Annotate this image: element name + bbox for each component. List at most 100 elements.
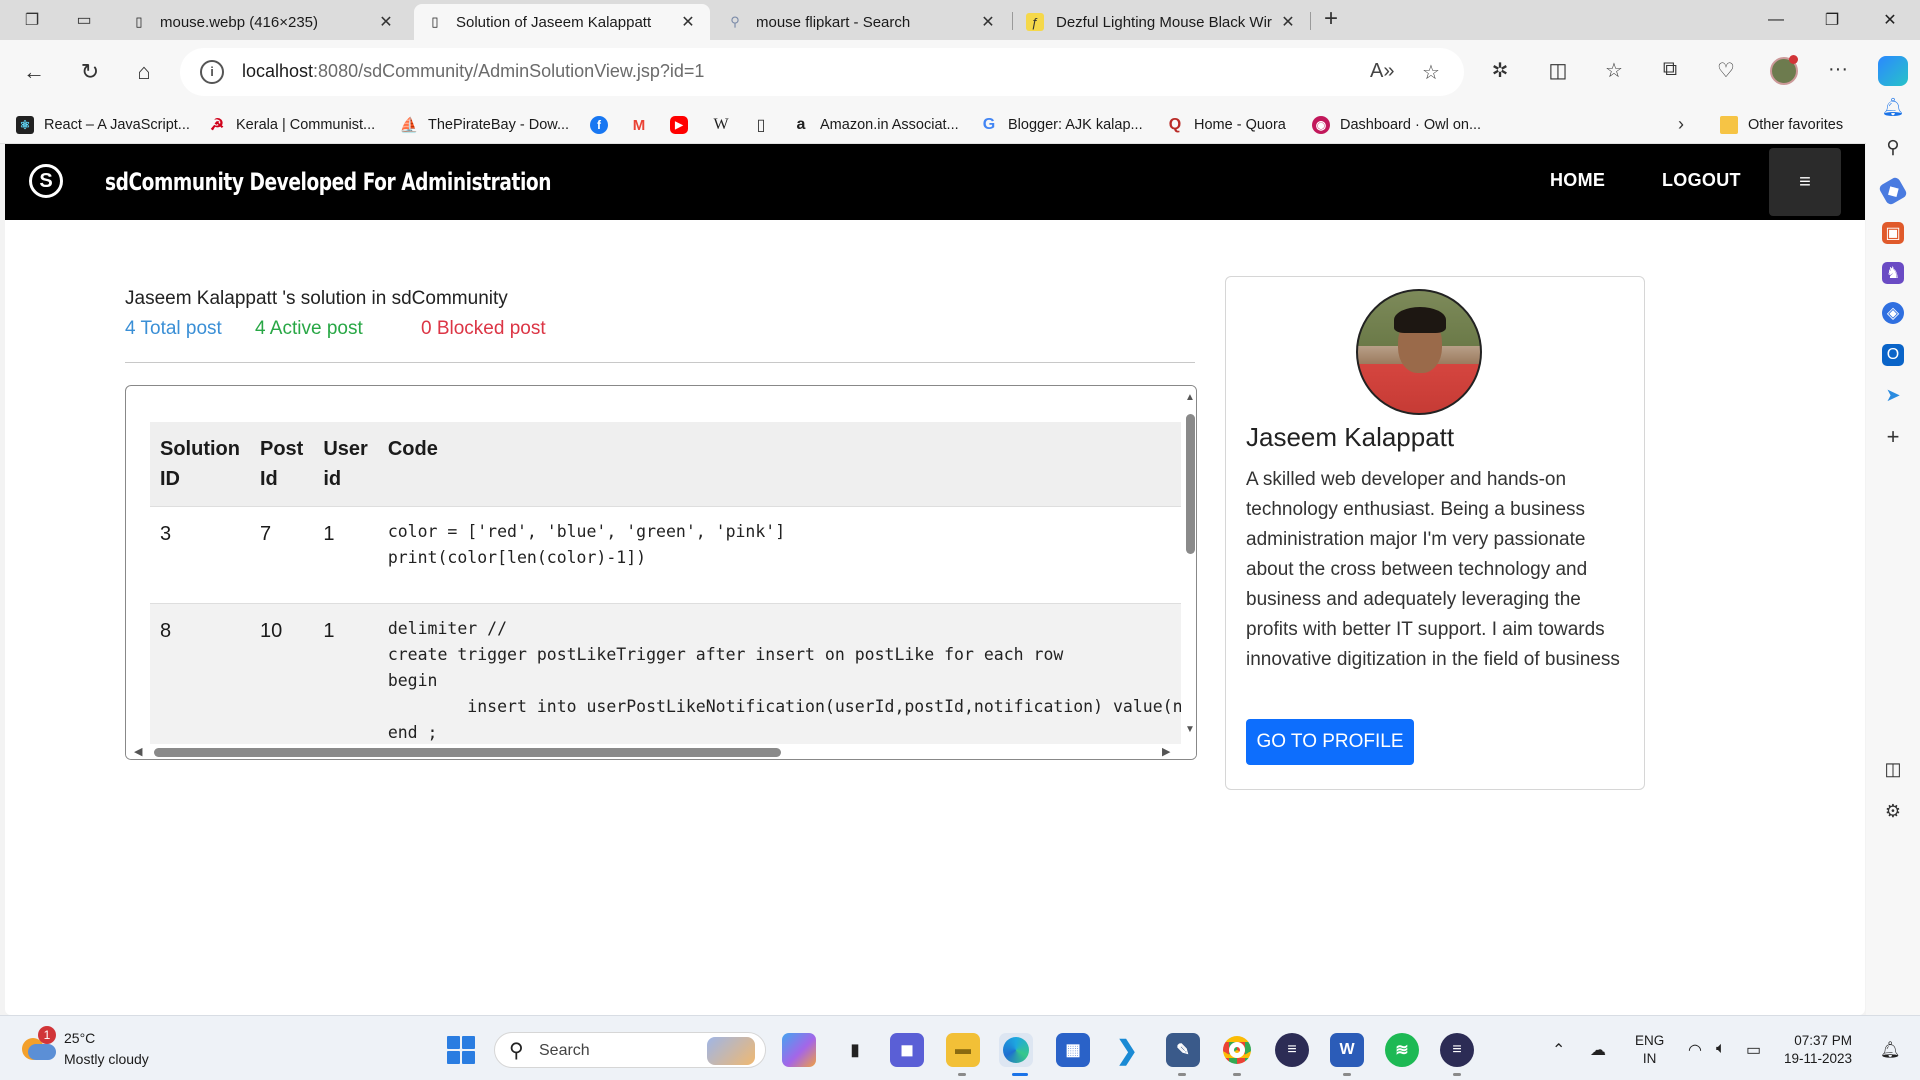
favorite-youtube[interactable]: ▶ [670,114,698,136]
weather-alert-badge: 1 [38,1026,56,1044]
hide-sidebar-icon[interactable]: ◫ [1882,758,1904,780]
weather-condition[interactable]: Mostly cloudy [64,1051,149,1067]
horizontal-scrollbar[interactable]: ◀ ▶ [126,744,1196,759]
notification-bell-icon[interactable]: 🔔︎ [1882,96,1905,118]
games-icon[interactable]: ♞ [1882,262,1904,284]
horizontal-scroll-thumb[interactable] [154,748,781,757]
favorite-kerala-communist[interactable]: ☭ Kerala | Communist... [208,114,375,136]
favorite-star-icon[interactable]: ☆ [1422,60,1440,85]
site-info-icon[interactable]: i [200,60,224,84]
close-tab-icon[interactable]: ✕ [978,12,998,32]
favorite-piratebay[interactable]: ⛵ ThePirateBay - Dow... [400,114,569,136]
cell-code: color = ['red', 'blue', 'green', 'pink']… [377,506,1196,604]
eclipse-jee-icon[interactable]: ≡ [1440,1033,1474,1067]
spotify-icon[interactable]: ≋ [1385,1033,1419,1067]
edge-browser-icon[interactable] [999,1033,1033,1067]
favorite-blogger[interactable]: G Blogger: AJK kalap... [980,114,1143,136]
restore-icon[interactable]: ❐ [1804,0,1860,40]
vertical-scrollbar[interactable]: ▲ ▼ [1181,386,1196,746]
solutions-table-container[interactable]: Solution ID Post Id User id Code 3 7 1 c… [125,385,1197,760]
vertical-scroll-thumb[interactable] [1186,414,1195,554]
more-options-icon[interactable]: ··· [1824,58,1852,86]
read-aloud-icon[interactable]: A» [1370,60,1394,83]
scroll-up-arrow-icon[interactable]: ▲ [1185,392,1195,403]
home-icon[interactable]: ⌂ [128,56,160,88]
url-text[interactable]: localhost:8080/sdCommunity/AdminSolution… [242,61,704,82]
site-title[interactable]: sdCommunity Developed For Administration [105,168,551,196]
refresh-icon[interactable]: ↻ [74,56,106,88]
split-screen-icon[interactable]: ◫ [1544,58,1572,86]
teams-chat-icon[interactable]: ◼ [890,1033,924,1067]
vscode-icon[interactable]: ❯ [1110,1033,1144,1067]
microsoft-store-icon[interactable]: ▦ [1056,1033,1090,1067]
close-tab-icon[interactable]: ✕ [376,12,396,32]
favorite-react[interactable]: ⚛ React – A JavaScript... [16,114,190,136]
favorite-quora[interactable]: Q Home - Quora [1166,114,1286,136]
tab-mouse-webp[interactable]: ▯ mouse.webp (416×235) ✕ [118,4,408,40]
scroll-down-arrow-icon[interactable]: ▼ [1185,724,1195,735]
extensions-icon[interactable]: ✲ [1486,58,1514,86]
copilot-preview-app-icon[interactable] [782,1033,816,1067]
tab-dezful-mouse[interactable]: ƒ Dezful Lighting Mouse Black Wir ✕ [1014,4,1310,40]
word-icon[interactable]: W [1330,1033,1364,1067]
favorite-page[interactable]: ▯ [752,114,780,136]
page-icon: ▯ [756,117,766,134]
nav-logout-link[interactable]: LOGOUT [1662,170,1741,191]
browser-essentials-icon[interactable]: ♡ [1712,58,1740,86]
send-icon[interactable]: ➤ [1882,384,1904,406]
wifi-icon[interactable]: ◠ [1688,1040,1702,1060]
settings-gear-icon[interactable]: ⚙ [1882,800,1904,822]
language-region: IN [1642,1051,1657,1066]
go-to-profile-button[interactable]: GO TO PROFILE [1246,719,1414,765]
favorite-owl-dashboard[interactable]: ◉ Dashboard · Owl on... [1312,114,1481,136]
favorite-facebook[interactable]: f [590,114,618,136]
collections-icon[interactable]: ⧉ [1656,58,1684,86]
tab-mouse-flipkart[interactable]: ⚲ mouse flipkart - Search ✕ [714,4,1010,40]
battery-icon[interactable]: ▭ [1746,1040,1761,1060]
scroll-left-arrow-icon[interactable]: ◀ [134,745,142,758]
system-clock[interactable]: 07:37 PM 19-11-2023 [1784,1032,1852,1068]
close-window-icon[interactable]: ✕ [1862,0,1918,40]
address-bar[interactable]: i localhost:8080/sdCommunity/AdminSoluti… [180,48,1464,96]
notification-bell-icon[interactable]: 🔔︎ [1880,1040,1900,1060]
outlook-icon[interactable]: O [1882,344,1904,366]
add-icon[interactable]: + [1882,424,1904,449]
scroll-right-arrow-icon[interactable]: ▶ [1162,745,1170,758]
chrome-icon[interactable] [1220,1033,1254,1067]
other-favorites-folder[interactable]: Other favorites [1720,114,1843,136]
document-icon: ▯ [135,14,143,29]
volume-icon[interactable]: 🔈︎ [1716,1040,1726,1058]
minimize-icon[interactable]: — [1748,0,1804,40]
taskbar-search[interactable]: ⚲ Search [494,1032,766,1068]
photo-hair [1394,307,1446,333]
eclipse-icon[interactable]: ≡ [1275,1033,1309,1067]
sdcommunity-logo-icon[interactable]: S [29,164,63,198]
favorite-wikipedia[interactable]: W [712,114,740,136]
close-tab-icon[interactable]: ✕ [678,12,698,32]
task-view-icon[interactable]: ▮ [838,1033,872,1067]
shopping-tag-icon[interactable]: ◆ [1877,175,1909,207]
close-tab-icon[interactable]: ✕ [1278,12,1298,32]
hamburger-menu-icon[interactable]: ≡ [1769,148,1841,216]
favorite-gmail[interactable]: M [630,114,658,136]
show-hidden-icons-chevron-icon[interactable]: ⌃ [1552,1040,1565,1060]
vertical-tabs-icon[interactable]: ▭ [70,6,98,34]
tools-briefcase-icon[interactable]: ▣ [1882,222,1904,244]
windows-start-icon[interactable] [447,1036,475,1064]
language-indicator[interactable]: ENG IN [1635,1032,1664,1068]
favorite-amazon-associates[interactable]: a Amazon.in Associat... [792,114,959,136]
new-tab-icon[interactable]: + [1316,6,1346,34]
search-icon[interactable]: ⚲ [1882,136,1904,158]
microsoft-365-icon[interactable]: ◈ [1882,302,1904,324]
tab-solution[interactable]: ▯ Solution of Jaseem Kalappatt ✕ [414,4,710,40]
copilot-icon[interactable] [1878,56,1908,86]
file-explorer-icon[interactable]: ▬ [946,1033,980,1067]
onedrive-sync-icon[interactable]: ☁ [1590,1040,1606,1060]
snipping-tool-icon[interactable]: ✎ [1166,1033,1200,1067]
back-icon[interactable]: ← [18,56,50,88]
weather-temperature[interactable]: 25°C [64,1030,95,1046]
favorites-icon[interactable]: ☆ [1600,58,1628,86]
workspaces-icon[interactable]: ❐ [18,6,46,34]
nav-home-link[interactable]: HOME [1550,170,1605,191]
chevron-right-icon[interactable]: › [1678,114,1684,135]
